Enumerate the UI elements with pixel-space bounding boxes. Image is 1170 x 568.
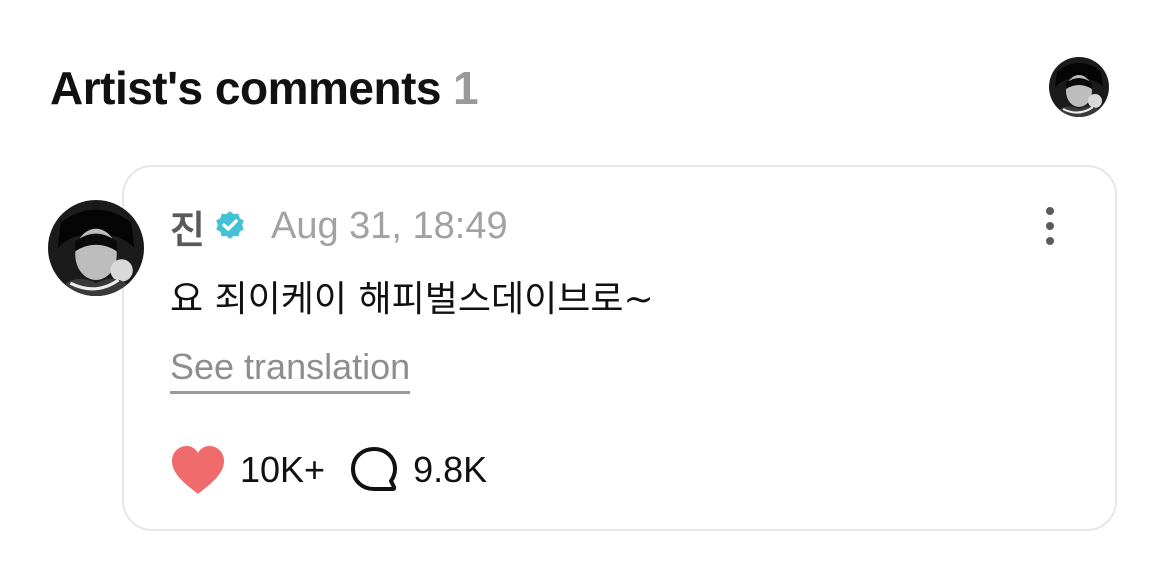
header-avatar[interactable]: [1049, 57, 1109, 117]
avatar-image: [1049, 57, 1109, 117]
see-translation-link[interactable]: See translation: [170, 345, 411, 394]
comment-bubble-icon: [351, 447, 398, 491]
comment-actions: 10K+ 9.8K: [170, 442, 487, 498]
reply-count: 9.8K: [413, 449, 488, 490]
comment-timestamp: Aug 31, 18:49: [270, 204, 508, 247]
comment-text: 요 죄이케이 해피벌스데이브로~: [170, 279, 654, 320]
more-vertical-icon[interactable]: [1030, 202, 1070, 250]
avatar-image: [48, 200, 144, 296]
more-dot: [1046, 207, 1054, 215]
heart-icon: [172, 446, 224, 494]
comment-meta: 진 Aug 31, 18:49: [170, 202, 508, 252]
section-header: Artist's comments 1: [50, 58, 479, 118]
section-title: Artist's comments: [50, 62, 442, 114]
comment-count: 1: [453, 62, 479, 114]
verified-badge-icon: [216, 211, 244, 239]
like-button[interactable]: 10K+: [170, 444, 325, 496]
more-dot: [1046, 237, 1054, 245]
reply-button[interactable]: 9.8K: [349, 445, 487, 495]
more-dot: [1046, 222, 1054, 230]
like-count: 10K+: [240, 449, 326, 490]
author-name[interactable]: 진: [170, 199, 205, 254]
comment-author-avatar[interactable]: [48, 200, 144, 296]
artist-comments-page: Artist's comments 1 진 Aug 31, 18:49 요 죄이…: [0, 0, 1170, 568]
